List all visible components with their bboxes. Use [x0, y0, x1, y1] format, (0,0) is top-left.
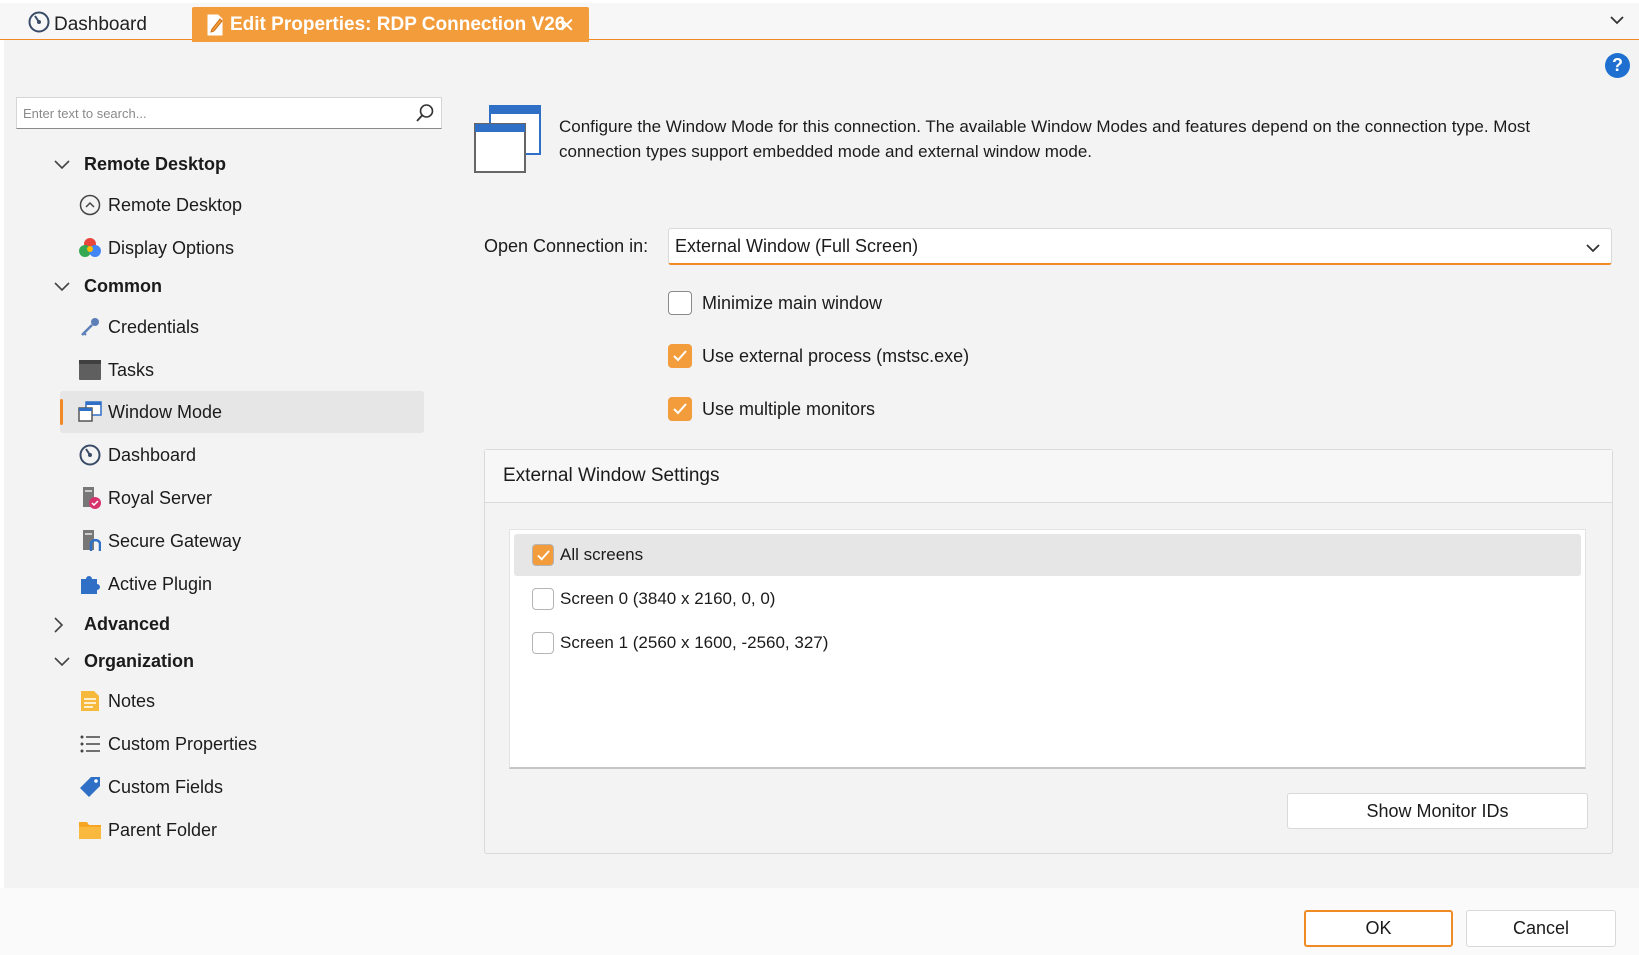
nav-item-window-mode[interactable]: Window Mode — [60, 391, 424, 433]
group-label: Advanced — [84, 614, 171, 634]
nav-item-parent-folder[interactable]: Parent Folder — [60, 809, 424, 851]
checkmark-icon — [673, 350, 687, 362]
screen-label: All screens — [560, 545, 644, 564]
nav-item-label: Display Options — [108, 237, 235, 258]
show-monitor-ids-button[interactable]: Show Monitor IDs — [1287, 793, 1588, 829]
chevron-down-icon[interactable] — [54, 159, 74, 170]
group-label: Organization — [84, 651, 195, 671]
nav-item-label: Parent Folder — [108, 819, 218, 840]
nav-item-custom-properties[interactable]: Custom Properties — [60, 723, 424, 765]
search-input[interactable] — [23, 105, 403, 121]
open-connection-label: Open Connection in: — [484, 236, 649, 256]
all-screens-checkbox[interactable] — [532, 544, 554, 566]
tab-edit-properties[interactable]: Edit Properties: RDP Connection V26 ✕ — [192, 7, 589, 42]
screen-label: Screen 0 (3840 x 2160, 0, 0) — [560, 589, 776, 608]
ok-button[interactable]: OK — [1304, 910, 1453, 947]
screen-label: Screen 1 (2560 x 1600, -2560, 327) — [560, 633, 829, 652]
minimize-main-window-option[interactable]: Minimize main window — [668, 291, 882, 315]
tab-dashboard[interactable]: Dashboard — [28, 7, 147, 42]
nav-item-label: Remote Desktop — [108, 194, 243, 215]
window-mode-header-icon — [473, 104, 543, 179]
remote-desktop-icon — [78, 193, 102, 217]
nav-item-label: Dashboard — [108, 444, 197, 465]
nav-item-dashboard[interactable]: Dashboard — [60, 434, 424, 476]
tab-dashboard-label: Dashboard — [54, 13, 147, 35]
minimize-main-window-checkbox[interactable] — [668, 291, 692, 315]
screen-row-1[interactable]: Screen 1 (2560 x 1600, -2560, 327) — [514, 622, 1581, 664]
use-multiple-monitors-option[interactable]: Use multiple monitors — [668, 397, 875, 421]
search-box — [16, 97, 442, 129]
group-common[interactable]: Common — [54, 276, 162, 297]
royal-server-icon — [78, 486, 102, 510]
puzzle-icon — [78, 572, 102, 596]
nav-item-label: Credentials — [108, 316, 200, 337]
use-external-process-checkbox[interactable] — [668, 344, 692, 368]
external-window-settings-title: External Window Settings — [485, 450, 1612, 503]
nav-item-label: Active Plugin — [108, 573, 213, 594]
folder-icon — [78, 818, 102, 842]
group-advanced[interactable]: Advanced — [54, 614, 170, 635]
nav-item-label: Custom Properties — [108, 733, 258, 754]
group-label: Remote Desktop — [84, 154, 227, 174]
nav-item-label: Custom Fields — [108, 776, 224, 797]
notes-icon — [78, 689, 102, 713]
tab-overflow-chevron-icon[interactable] — [1609, 13, 1625, 31]
checkmark-icon — [673, 403, 687, 415]
cancel-button[interactable]: Cancel — [1466, 910, 1616, 947]
tab-bar: Dashboard Edit Properties: RDP Connectio… — [0, 0, 1639, 42]
nav-item-active-plugin[interactable]: Active Plugin — [60, 563, 424, 605]
open-connection-select[interactable]: External Window (Full Screen) — [668, 228, 1612, 265]
tab-edit-properties-label: Edit Properties: RDP Connection V26 — [230, 13, 566, 35]
left-border — [0, 40, 4, 955]
nav-item-display-options[interactable]: Display Options — [60, 227, 424, 269]
nav-item-remote-desktop[interactable]: Remote Desktop — [60, 184, 424, 226]
list-icon — [78, 732, 102, 756]
secure-gateway-icon — [78, 529, 102, 553]
chevron-right-icon[interactable] — [54, 616, 74, 633]
use-multiple-monitors-checkbox[interactable] — [668, 397, 692, 421]
dashboard-icon — [78, 443, 102, 467]
chevron-down-icon[interactable] — [54, 656, 74, 667]
chevron-down-icon[interactable] — [54, 281, 74, 292]
screen-row-all[interactable]: All screens — [514, 534, 1581, 576]
group-label: Common — [84, 276, 162, 296]
checkmark-icon — [536, 549, 550, 561]
use-external-process-option[interactable]: Use external process (mstsc.exe) — [668, 344, 969, 368]
nav-item-credentials[interactable]: Credentials — [60, 306, 424, 348]
screen-row-0[interactable]: Screen 0 (3840 x 2160, 0, 0) — [514, 578, 1581, 620]
tag-icon — [78, 775, 102, 799]
group-remote-desktop[interactable]: Remote Desktop — [54, 154, 226, 175]
nav-item-custom-fields[interactable]: Custom Fields — [60, 766, 424, 808]
nav-item-secure-gateway[interactable]: Secure Gateway — [60, 520, 424, 562]
nav-item-label: Secure Gateway — [108, 530, 242, 551]
help-icon[interactable]: ? — [1605, 53, 1630, 78]
tasks-icon — [78, 358, 102, 382]
window-mode-description: Configure the Window Mode for this conne… — [559, 117, 1531, 161]
use-external-process-label: Use external process (mstsc.exe) — [702, 345, 970, 366]
nav-item-label: Window Mode — [108, 401, 223, 422]
screen-1-checkbox[interactable] — [532, 632, 554, 654]
minimize-main-window-label: Minimize main window — [702, 292, 883, 313]
open-connection-value: External Window (Full Screen) — [675, 235, 919, 256]
display-options-icon — [78, 236, 102, 260]
nav-item-label: Royal Server — [108, 487, 213, 508]
screen-0-checkbox[interactable] — [532, 588, 554, 610]
close-tab-icon[interactable]: ✕ — [558, 13, 575, 38]
use-multiple-monitors-label: Use multiple monitors — [702, 398, 876, 419]
group-organization[interactable]: Organization — [54, 651, 194, 672]
nav-item-label: Notes — [108, 690, 156, 711]
screens-list: All screens Screen 0 (3840 x 2160, 0, 0)… — [509, 529, 1586, 769]
edit-document-icon — [206, 14, 224, 36]
nav-item-notes[interactable]: Notes — [60, 680, 424, 722]
window-mode-icon — [78, 400, 102, 424]
key-icon — [78, 315, 102, 339]
nav-item-royal-server[interactable]: Royal Server — [60, 477, 424, 519]
nav-item-tasks[interactable]: Tasks — [60, 349, 424, 391]
dashboard-icon — [28, 11, 50, 39]
search-icon[interactable] — [415, 103, 435, 128]
nav-item-label: Tasks — [108, 359, 155, 380]
chevron-down-icon[interactable] — [1585, 238, 1601, 259]
